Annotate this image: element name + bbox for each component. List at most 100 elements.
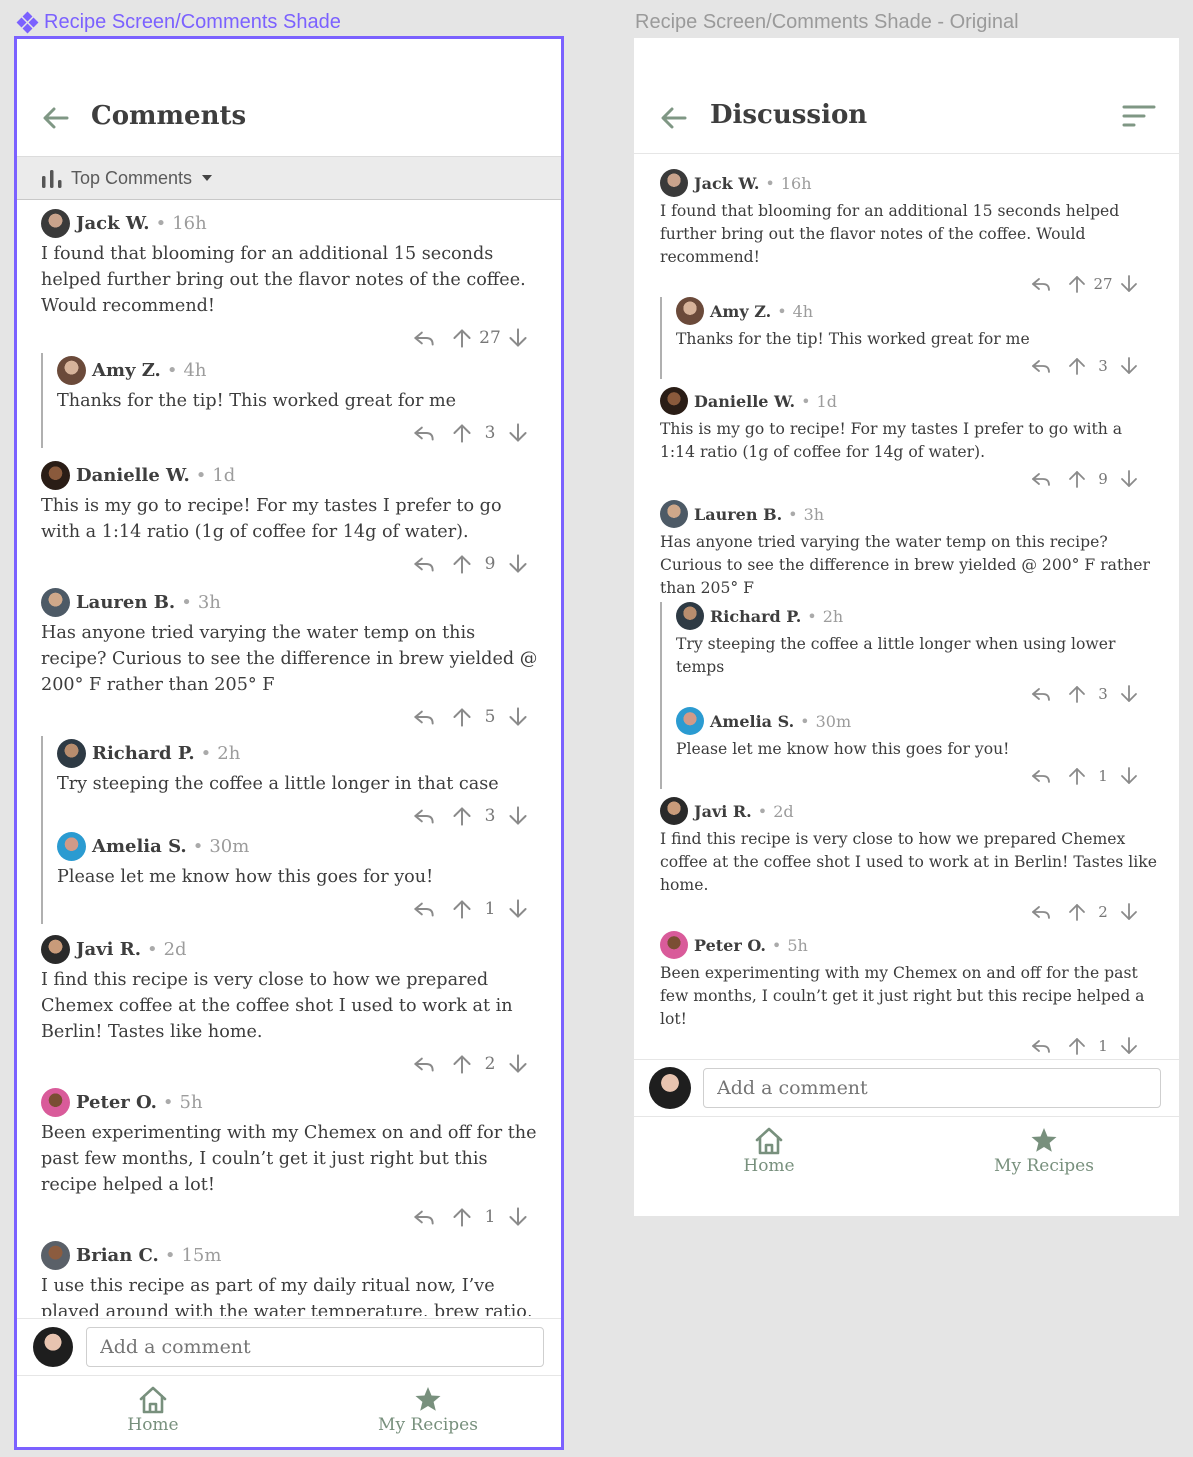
reply-icon[interactable] [411, 1051, 437, 1077]
avatar[interactable] [41, 934, 70, 964]
avatar[interactable] [660, 931, 688, 959]
reply-icon[interactable] [411, 896, 437, 922]
downvote-arrow-icon[interactable] [505, 896, 531, 922]
comment-input[interactable] [86, 1327, 544, 1367]
comment-text: This is my go to recipe! For my tastes I… [660, 420, 1123, 461]
upvote-arrow-icon[interactable] [449, 803, 475, 829]
avatar[interactable] [660, 387, 688, 415]
downvote-arrow-icon[interactable] [1117, 764, 1141, 788]
upvote-arrow-icon[interactable] [1065, 1034, 1089, 1058]
reply-icon[interactable] [411, 325, 437, 351]
comment-feed[interactable]: Jack W. • 16h I found that blooming for an … [17, 208, 561, 1316]
author-name[interactable]: Brian C. [76, 1245, 159, 1266]
reply-icon[interactable] [1029, 467, 1053, 491]
avatar[interactable] [676, 707, 704, 735]
author-name[interactable]: Jack W. [76, 213, 150, 234]
downvote-arrow-icon[interactable] [505, 325, 531, 351]
comment-input[interactable] [703, 1068, 1161, 1108]
reply-icon[interactable] [411, 803, 437, 829]
sort-bar[interactable]: Top Comments [17, 156, 561, 200]
author-name[interactable]: Lauren B. [694, 505, 782, 524]
nav-my-recipes[interactable]: My Recipes [373, 1385, 483, 1435]
comment: Amy Z. • 4h Thanks for the tip! This worked… [43, 355, 543, 448]
separator-dot: • [164, 1244, 176, 1266]
author-name[interactable]: Lauren B. [76, 592, 175, 613]
reply-icon[interactable] [1029, 764, 1053, 788]
reply-icon[interactable] [411, 551, 437, 577]
author-name[interactable]: Amelia S. [710, 712, 794, 731]
upvote-arrow-icon[interactable] [449, 896, 475, 922]
downvote-arrow-icon[interactable] [1117, 682, 1141, 706]
upvote-arrow-icon[interactable] [1065, 354, 1089, 378]
comment-text: This is my go to recipe! For my tastes I… [41, 496, 502, 542]
upvote-arrow-icon[interactable] [449, 704, 475, 730]
avatar[interactable] [676, 297, 704, 325]
separator-dot: • [162, 1091, 174, 1113]
reply-icon[interactable] [411, 1204, 437, 1230]
reply-icon[interactable] [1029, 682, 1053, 706]
upvote-arrow-icon[interactable] [449, 325, 475, 351]
author-name[interactable]: Danielle W. [694, 392, 795, 411]
author-name[interactable]: Amy Z. [92, 360, 161, 381]
author-name[interactable]: Peter O. [694, 936, 766, 955]
upvote-arrow-icon[interactable] [449, 1204, 475, 1230]
downvote-arrow-icon[interactable] [505, 551, 531, 577]
upvote-arrow-icon[interactable] [1065, 764, 1089, 788]
author-name[interactable]: Javi R. [76, 939, 141, 960]
author-name[interactable]: Jack W. [694, 174, 759, 193]
avatar[interactable] [41, 208, 70, 238]
upvote-arrow-icon[interactable] [449, 420, 475, 446]
author-name[interactable]: Peter O. [76, 1092, 157, 1113]
author-name[interactable]: Richard P. [710, 607, 801, 626]
author-name[interactable]: Javi R. [694, 802, 752, 821]
nav-my-recipes[interactable]: My Recipes [989, 1126, 1099, 1176]
upvote-arrow-icon[interactable] [1065, 272, 1089, 296]
back-arrow-icon[interactable] [659, 103, 689, 133]
downvote-arrow-icon[interactable] [505, 1204, 531, 1230]
author-name[interactable]: Amy Z. [710, 302, 771, 321]
comment-actions: 1 [660, 1033, 1157, 1059]
nav-home[interactable]: Home [729, 1126, 809, 1176]
avatar[interactable] [41, 587, 70, 617]
reply-icon[interactable] [411, 704, 437, 730]
downvote-arrow-icon[interactable] [1117, 272, 1141, 296]
downvote-arrow-icon[interactable] [505, 1051, 531, 1077]
avatar[interactable] [41, 1240, 70, 1270]
back-arrow-icon[interactable] [41, 103, 71, 133]
frame-label-comments-shade[interactable]: Recipe Screen/Comments Shade [16, 11, 341, 34]
reply-icon[interactable] [1029, 1034, 1053, 1058]
upvote-arrow-icon[interactable] [1065, 682, 1089, 706]
downvote-arrow-icon[interactable] [1117, 467, 1141, 491]
reply-icon[interactable] [1029, 272, 1053, 296]
downvote-arrow-icon[interactable] [1117, 900, 1141, 924]
sort-lines-icon[interactable] [1122, 104, 1156, 130]
upvote-arrow-icon[interactable] [449, 1051, 475, 1077]
upvote-arrow-icon[interactable] [1065, 467, 1089, 491]
reply-icon[interactable] [1029, 354, 1053, 378]
avatar[interactable] [57, 355, 86, 385]
avatar[interactable] [41, 1087, 70, 1117]
author-name[interactable]: Danielle W. [76, 465, 190, 486]
downvote-arrow-icon[interactable] [1117, 354, 1141, 378]
avatar[interactable] [57, 831, 86, 861]
upvote-arrow-icon[interactable] [449, 551, 475, 577]
downvote-arrow-icon[interactable] [505, 803, 531, 829]
frame-label-original[interactable]: Recipe Screen/Comments Shade - Original [635, 11, 1019, 34]
reply-icon[interactable] [1029, 900, 1053, 924]
avatar[interactable] [41, 460, 70, 490]
avatar[interactable] [57, 738, 86, 768]
avatar[interactable] [660, 797, 688, 825]
author-name[interactable]: Amelia S. [92, 836, 187, 857]
nav-home[interactable]: Home [113, 1385, 193, 1435]
downvote-arrow-icon[interactable] [505, 704, 531, 730]
avatar[interactable] [676, 602, 704, 630]
comment-feed[interactable]: Jack W. • 16h I found that blooming for an … [634, 169, 1179, 1059]
downvote-arrow-icon[interactable] [505, 420, 531, 446]
author-name[interactable]: Richard P. [92, 743, 195, 764]
comment-text: Please let me know how this goes for you… [676, 740, 1010, 758]
downvote-arrow-icon[interactable] [1117, 1034, 1141, 1058]
upvote-arrow-icon[interactable] [1065, 900, 1089, 924]
avatar[interactable] [660, 500, 688, 528]
reply-icon[interactable] [411, 420, 437, 446]
avatar[interactable] [660, 169, 688, 197]
